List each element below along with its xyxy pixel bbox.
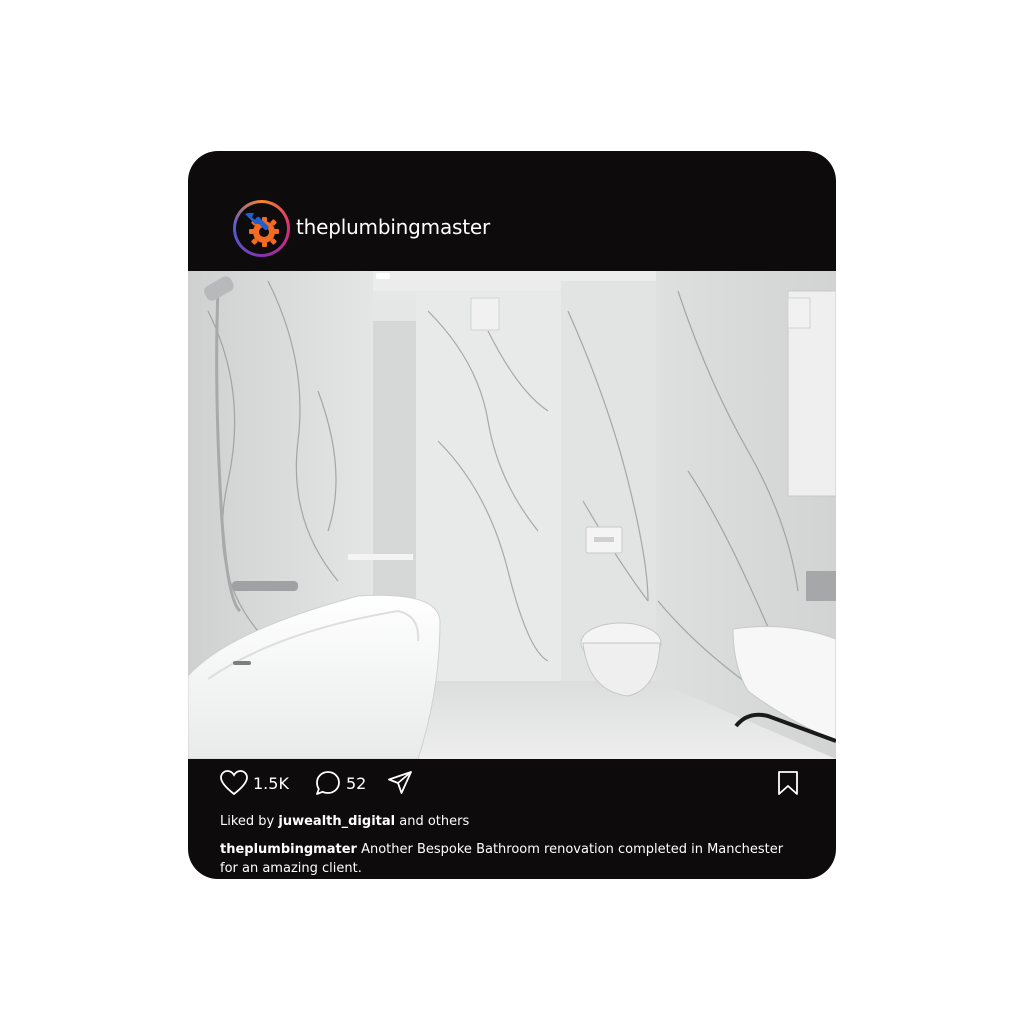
- instagram-post-card: theplumbingmaster 1.5K 52 Liked by juwea…: [188, 151, 836, 879]
- bathroom-photo: [188, 271, 836, 759]
- likes-count: 1.5K: [253, 773, 289, 793]
- liked-by-line: Liked by juwealth_digital and others: [220, 814, 470, 829]
- liked-by-user[interactable]: juwealth_digital: [278, 814, 395, 829]
- post-image[interactable]: [188, 271, 836, 759]
- post-username[interactable]: theplumbingmaster: [296, 215, 490, 239]
- share-action[interactable]: [386, 769, 414, 797]
- paper-plane-icon[interactable]: [386, 769, 414, 797]
- comment-bubble-icon[interactable]: [314, 769, 342, 797]
- heart-icon[interactable]: [219, 769, 249, 797]
- avatar[interactable]: [233, 200, 290, 257]
- caption-username[interactable]: theplumbingmater: [220, 842, 357, 857]
- comments-count: 52: [346, 773, 367, 793]
- post-header: theplumbingmaster: [188, 151, 836, 271]
- save-action[interactable]: [776, 769, 800, 797]
- post-caption: theplumbingmater Another Bespoke Bathroo…: [220, 840, 795, 878]
- bookmark-icon[interactable]: [776, 769, 800, 797]
- gear-wrench-logo-icon: [244, 212, 279, 247]
- post-action-bar: 1.5K 52: [188, 759, 836, 809]
- comment-action[interactable]: 52: [314, 769, 366, 797]
- like-action[interactable]: 1.5K: [219, 769, 289, 797]
